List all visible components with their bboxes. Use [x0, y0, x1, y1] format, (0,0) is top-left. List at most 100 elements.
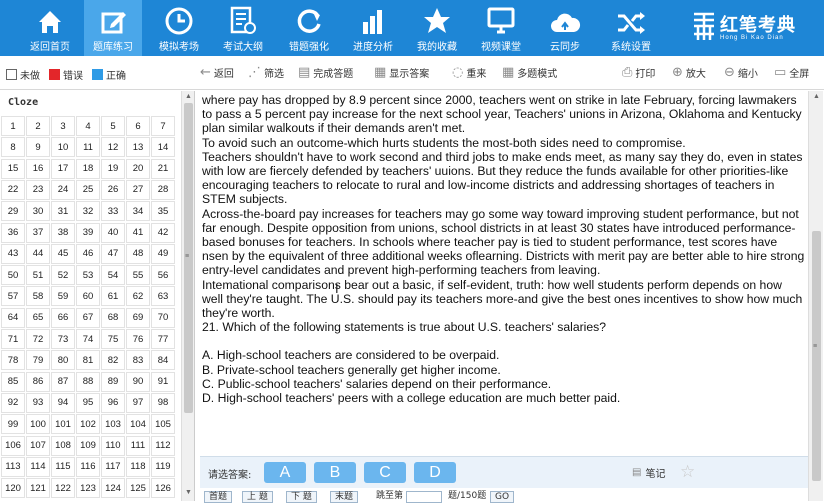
- question-number-cell[interactable]: 11: [76, 137, 100, 158]
- first-question-button[interactable]: 首题: [204, 491, 233, 503]
- question-number-cell[interactable]: 116: [76, 456, 100, 477]
- question-number-cell[interactable]: 72: [26, 329, 50, 349]
- question-number-cell[interactable]: 70: [151, 307, 175, 328]
- question-number-cell[interactable]: 9: [26, 137, 50, 158]
- nav-outline[interactable]: 考试大纲: [214, 0, 272, 56]
- question-number-cell[interactable]: 5: [101, 116, 125, 136]
- question-number-cell[interactable]: 61: [101, 286, 125, 307]
- scroll-up-icon[interactable]: ▲: [813, 93, 820, 100]
- question-number-cell[interactable]: 78: [1, 350, 25, 371]
- question-number-cell[interactable]: 7: [151, 116, 175, 136]
- question-number-cell[interactable]: 115: [51, 456, 75, 477]
- question-number-cell[interactable]: 57: [1, 286, 25, 307]
- print-button[interactable]: ⎙ 打印: [622, 65, 655, 80]
- nav-settings[interactable]: 系统设置: [600, 0, 662, 56]
- left-scrollbar[interactable]: ▲ ≡ ▼: [181, 91, 194, 501]
- nav-progress[interactable]: 进度分析: [344, 0, 402, 56]
- question-number-cell[interactable]: 32: [76, 201, 100, 222]
- scroll-thumb[interactable]: [812, 231, 821, 481]
- question-number-cell[interactable]: 109: [76, 435, 100, 456]
- jump-input[interactable]: [406, 491, 442, 503]
- question-number-cell[interactable]: 120: [1, 478, 25, 499]
- question-number-cell[interactable]: 104: [126, 414, 150, 435]
- question-number-cell[interactable]: 23: [26, 179, 50, 200]
- question-number-cell[interactable]: 82: [101, 350, 125, 371]
- question-number-cell[interactable]: 55: [126, 265, 150, 286]
- question-number-cell[interactable]: 46: [76, 243, 100, 264]
- question-number-cell[interactable]: 113: [1, 456, 25, 477]
- question-number-cell[interactable]: 91: [151, 371, 175, 392]
- question-number-cell[interactable]: 66: [51, 307, 75, 328]
- question-number-cell[interactable]: 88: [76, 371, 100, 392]
- nav-cloud-sync[interactable]: 云同步: [536, 0, 594, 56]
- question-number-cell[interactable]: 107: [26, 435, 50, 456]
- question-number-cell[interactable]: 124: [101, 478, 125, 499]
- question-number-cell[interactable]: 110: [101, 435, 125, 456]
- question-number-cell[interactable]: 1: [1, 116, 25, 136]
- question-number-cell[interactable]: 53: [76, 265, 100, 286]
- show-answer-button[interactable]: ▦ 显示答案: [374, 65, 429, 80]
- question-number-cell[interactable]: 84: [151, 350, 175, 371]
- question-number-cell[interactable]: 95: [76, 392, 100, 413]
- question-number-cell[interactable]: 10: [51, 137, 75, 158]
- question-number-cell[interactable]: 29: [1, 201, 25, 222]
- question-number-cell[interactable]: 16: [26, 158, 50, 179]
- question-number-cell[interactable]: 13: [126, 137, 150, 158]
- nav-practice[interactable]: 题库练习: [84, 0, 142, 56]
- question-number-cell[interactable]: 56: [151, 265, 175, 286]
- question-number-cell[interactable]: 64: [1, 307, 25, 328]
- question-number-cell[interactable]: 44: [26, 243, 50, 264]
- question-number-cell[interactable]: 25: [76, 179, 100, 200]
- question-number-cell[interactable]: 31: [51, 201, 75, 222]
- option-a[interactable]: A. High-school teachers are considered t…: [202, 348, 806, 362]
- question-number-cell[interactable]: 123: [76, 478, 100, 499]
- question-number-cell[interactable]: 117: [101, 456, 125, 477]
- note-button[interactable]: ▤ 笔记: [632, 465, 665, 480]
- question-number-cell[interactable]: 30: [26, 201, 50, 222]
- question-number-cell[interactable]: 83: [126, 350, 150, 371]
- answer-c-button[interactable]: C: [364, 462, 406, 483]
- question-number-cell[interactable]: 112: [151, 435, 175, 456]
- question-number-cell[interactable]: 103: [101, 414, 125, 435]
- question-number-cell[interactable]: 27: [126, 179, 150, 200]
- question-number-cell[interactable]: 58: [26, 286, 50, 307]
- question-number-cell[interactable]: 81: [76, 350, 100, 371]
- question-number-cell[interactable]: 75: [101, 329, 125, 349]
- question-number-cell[interactable]: 71: [1, 329, 25, 349]
- question-number-cell[interactable]: 63: [151, 286, 175, 307]
- right-scrollbar[interactable]: ▲ ≡: [808, 91, 823, 501]
- question-number-cell[interactable]: 67: [76, 307, 100, 328]
- nav-wrong-review[interactable]: 错题强化: [280, 0, 338, 56]
- question-number-cell[interactable]: 99: [1, 414, 25, 435]
- question-number-cell[interactable]: 106: [1, 435, 25, 456]
- question-number-cell[interactable]: 118: [126, 456, 150, 477]
- question-number-cell[interactable]: 93: [26, 392, 50, 413]
- question-number-cell[interactable]: 97: [126, 392, 150, 413]
- question-number-cell[interactable]: 86: [26, 371, 50, 392]
- redo-button[interactable]: ◌ 重来: [452, 65, 486, 80]
- question-number-cell[interactable]: 26: [101, 179, 125, 200]
- zoom-out-button[interactable]: ⊖ 缩小: [724, 65, 758, 80]
- question-number-cell[interactable]: 65: [26, 307, 50, 328]
- question-number-cell[interactable]: 101: [51, 414, 75, 435]
- question-number-cell[interactable]: 24: [51, 179, 75, 200]
- question-number-cell[interactable]: 68: [101, 307, 125, 328]
- question-number-cell[interactable]: 98: [151, 392, 175, 413]
- question-number-cell[interactable]: 79: [26, 350, 50, 371]
- question-number-cell[interactable]: 51: [26, 265, 50, 286]
- answer-a-button[interactable]: A: [264, 462, 306, 483]
- question-number-cell[interactable]: 21: [151, 158, 175, 179]
- question-number-cell[interactable]: 37: [26, 222, 50, 243]
- question-number-cell[interactable]: 33: [101, 201, 125, 222]
- question-number-cell[interactable]: 50: [1, 265, 25, 286]
- question-number-cell[interactable]: 114: [26, 456, 50, 477]
- question-number-cell[interactable]: 90: [126, 371, 150, 392]
- question-number-cell[interactable]: 54: [101, 265, 125, 286]
- question-number-cell[interactable]: 111: [126, 435, 150, 456]
- question-number-cell[interactable]: 48: [126, 243, 150, 264]
- filter-button[interactable]: ⋰ 筛选: [248, 65, 284, 80]
- scroll-up-icon[interactable]: ▲: [185, 93, 192, 100]
- question-number-cell[interactable]: 105: [151, 414, 175, 435]
- nav-mock-exam[interactable]: 模拟考场: [150, 0, 208, 56]
- question-number-cell[interactable]: 126: [151, 478, 175, 499]
